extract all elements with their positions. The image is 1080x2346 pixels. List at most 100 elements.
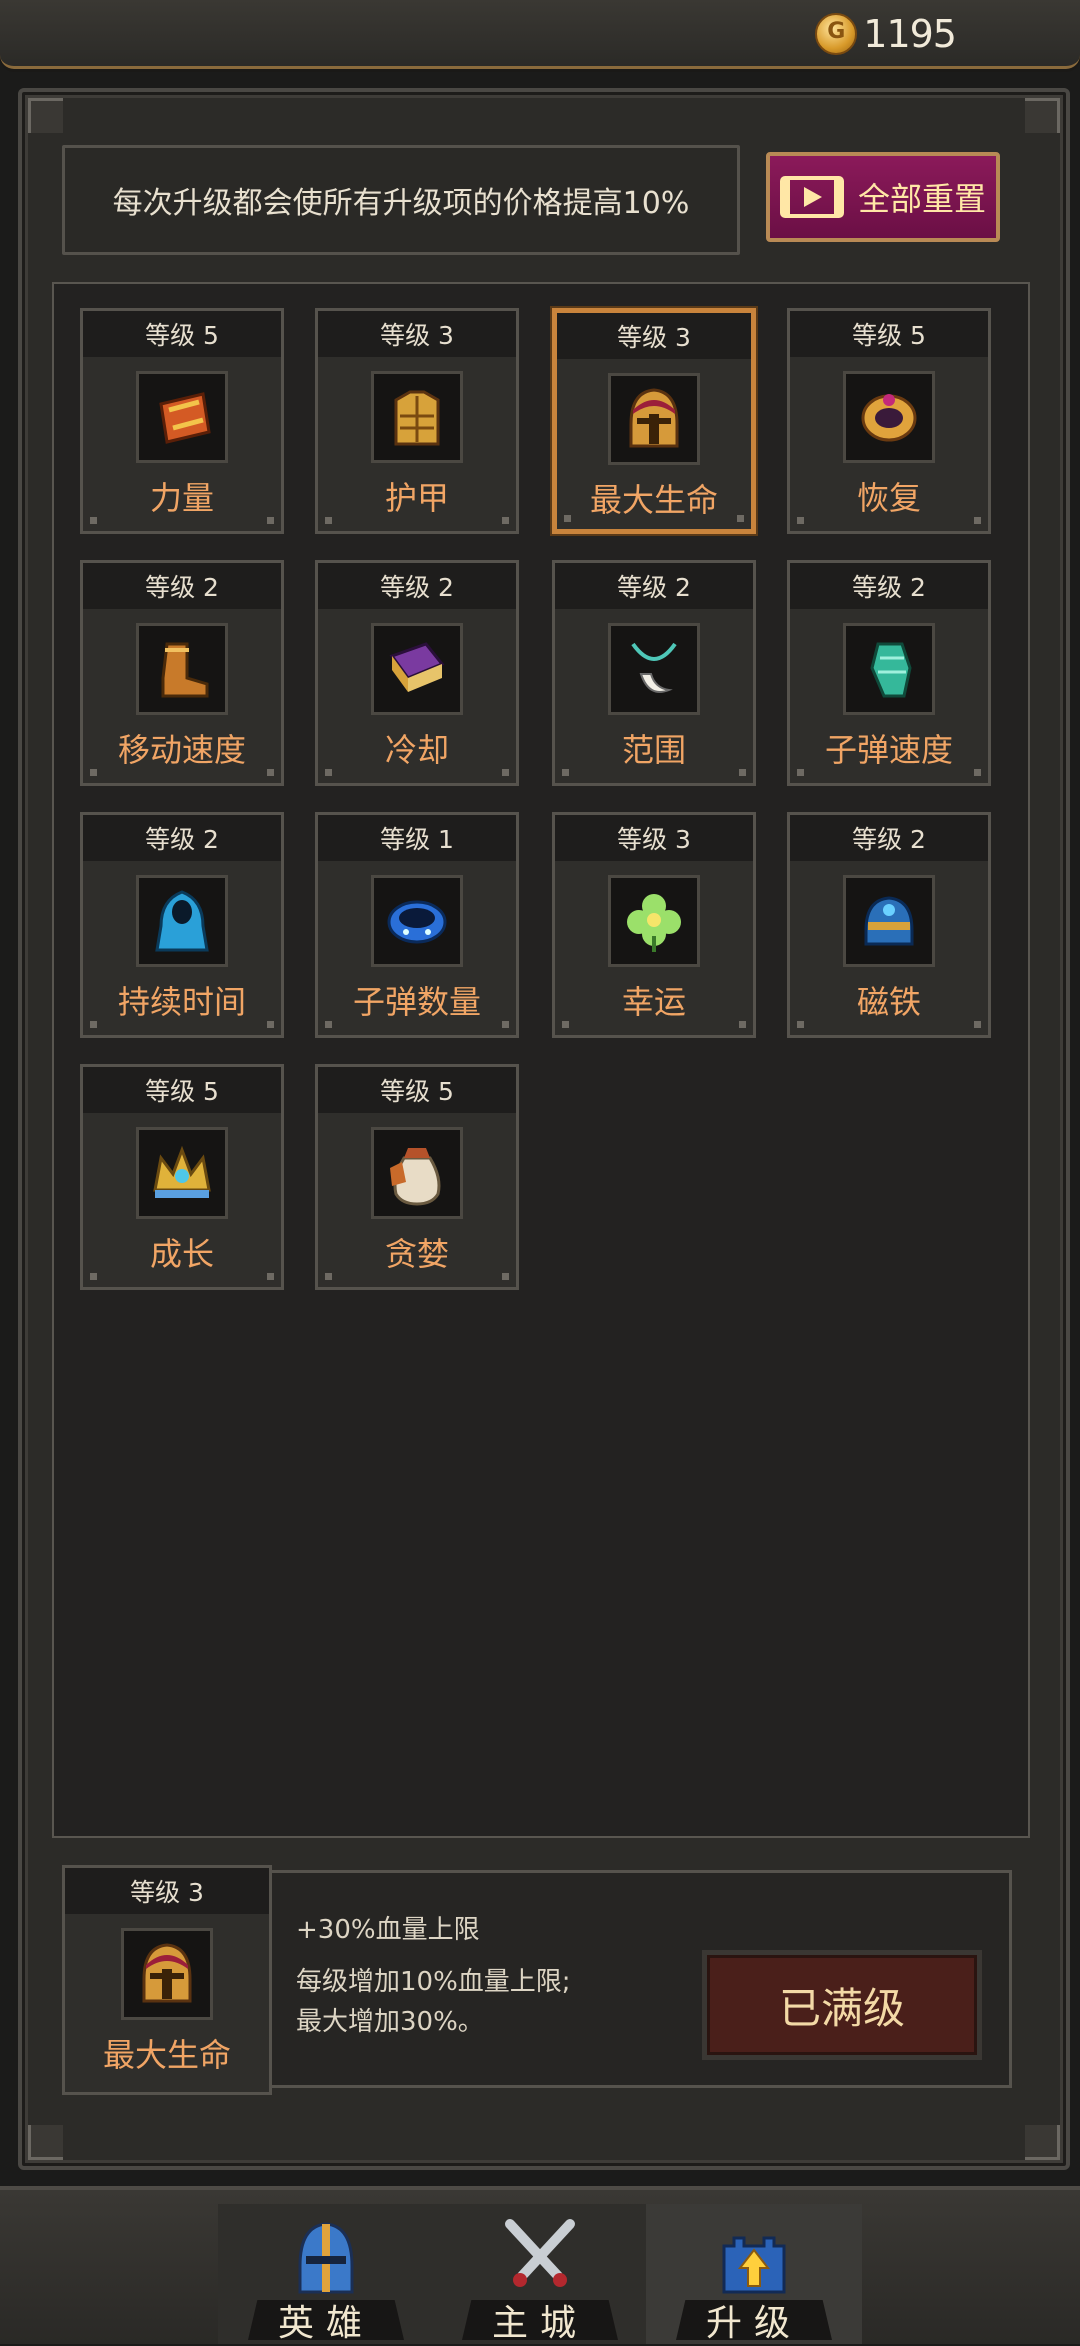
detail-upgrade-card: 等级 3 最大生命 [62, 1865, 272, 2095]
card-rivet [797, 517, 804, 524]
card-rivet [502, 1021, 509, 1028]
upgrade-card-4[interactable]: 等级 2 移动速度 [80, 560, 284, 786]
clover-icon [627, 894, 681, 952]
card-rivet [974, 517, 981, 524]
card-rivet [974, 1021, 981, 1028]
upgrade-icon-frame [136, 371, 228, 463]
card-rivet [562, 1021, 569, 1028]
card-rivet [325, 1273, 332, 1280]
detail-icon-frame [121, 1928, 213, 2020]
detail-desc-line1: 每级增加10%血量上限; [296, 1967, 571, 1997]
detail-description: +30%血量上限 每级增加10%血量上限; 最大增加30%。 [296, 1910, 571, 2042]
upgrade-icon-frame [136, 1127, 228, 1219]
detail-effect: +30%血量上限 [296, 1915, 480, 1945]
card-rivet [502, 1273, 509, 1280]
upgrade-icon-frame [136, 875, 228, 967]
tab-hero[interactable]: 英雄 [218, 2204, 434, 2344]
upgrade-card-0[interactable]: 等级 5 力量 [80, 308, 284, 534]
tab-main-city-label: 主城 [462, 2300, 618, 2340]
tab-main-city[interactable]: 主城 [432, 2204, 648, 2344]
frame-corner [1025, 98, 1060, 133]
upgrade-card-3[interactable]: 等级 5 恢复 [787, 308, 991, 534]
upgrade-card-2[interactable]: 等级 3 最大生命 [552, 308, 756, 534]
detail-level: 等级 3 [65, 1868, 269, 1914]
reset-all-button[interactable]: 全部重置 [766, 152, 1000, 242]
tab-upgrade[interactable]: 升级 [646, 2204, 862, 2344]
bracer-icon [159, 392, 211, 444]
gold-coin-icon [815, 13, 858, 55]
tab-upgrade-label: 升级 [676, 2300, 832, 2340]
armor-icon [394, 390, 440, 446]
cloak-icon [155, 890, 209, 952]
upgrade-card-12[interactable]: 等级 5 成长 [80, 1064, 284, 1290]
helmet-icon [142, 1943, 192, 2003]
upgrade-name: 子弹数量 [352, 983, 481, 1021]
card-rivet [90, 517, 97, 524]
upgrade-card-7[interactable]: 等级 2 子弹速度 [787, 560, 991, 786]
upgrade-icon-frame [371, 875, 463, 967]
upgrade-level: 等级 2 [790, 563, 988, 609]
upgrade-card-10[interactable]: 等级 3 幸运 [552, 812, 756, 1038]
upgrade-level: 等级 5 [790, 311, 988, 357]
upgrade-icon-frame [371, 371, 463, 463]
card-rivet [797, 769, 804, 776]
upgrade-icon-frame [608, 623, 700, 715]
currency-display: 1195 [815, 12, 957, 56]
card-rivet [90, 1273, 97, 1280]
upgrade-name: 最大生命 [589, 481, 718, 519]
card-rivet [502, 769, 509, 776]
video-icon [779, 176, 844, 218]
gauntlet-icon [870, 642, 912, 698]
crossed-swords-icon [505, 2219, 575, 2287]
card-rivet [325, 1021, 332, 1028]
upgrade-icon-frame [608, 875, 700, 967]
upgrade-name: 幸运 [621, 983, 686, 1021]
card-rivet [325, 769, 332, 776]
upgrade-level: 等级 2 [790, 815, 988, 861]
card-rivet [739, 1021, 746, 1028]
reset-all-label: 全部重置 [857, 180, 986, 218]
upgrade-name: 成长 [149, 1235, 214, 1273]
detail-name: 最大生命 [102, 2036, 231, 2074]
upgrade-name: 范围 [621, 731, 686, 769]
card-rivet [267, 1273, 274, 1280]
upgrade-card-11[interactable]: 等级 2 磁铁 [787, 812, 991, 1038]
upgrade-level: 等级 5 [83, 1067, 281, 1113]
card-rivet [502, 517, 509, 524]
upgrade-level: 等级 3 [555, 815, 753, 861]
card-rivet [564, 515, 571, 522]
card-rivet [737, 515, 744, 522]
upgrade-name: 持续时间 [117, 983, 246, 1021]
frame-corner [1025, 2125, 1060, 2160]
bottom-nav: 英雄 主城 升级 [0, 2186, 1080, 2344]
card-rivet [562, 769, 569, 776]
upgrade-level: 等级 3 [318, 311, 516, 357]
upgrade-name: 恢复 [856, 479, 921, 517]
upgrade-icon-frame [843, 623, 935, 715]
upgrade-level: 等级 5 [83, 311, 281, 357]
bracelet-icon [387, 900, 447, 944]
card-rivet [90, 769, 97, 776]
upgrade-card-5[interactable]: 等级 2 冷却 [315, 560, 519, 786]
amulet-icon [631, 642, 677, 693]
upgrade-card-13[interactable]: 等级 5 贪婪 [315, 1064, 519, 1290]
upgrade-card-6[interactable]: 等级 2 范围 [552, 560, 756, 786]
upgrade-icon-frame [371, 1127, 463, 1219]
upgrade-card-1[interactable]: 等级 3 护甲 [315, 308, 519, 534]
upgrade-icon-frame [843, 371, 935, 463]
money-bag-icon [390, 1148, 441, 1206]
spellbook-icon [389, 642, 445, 692]
ring-icon [861, 394, 917, 442]
upgrade-level: 等级 5 [318, 1067, 516, 1113]
card-rivet [739, 769, 746, 776]
upgrade-name: 移动速度 [117, 731, 246, 769]
upgrade-card-8[interactable]: 等级 2 持续时间 [80, 812, 284, 1038]
upgrade-card-9[interactable]: 等级 1 子弹数量 [315, 812, 519, 1038]
card-rivet [267, 769, 274, 776]
upgrade-level: 等级 2 [555, 563, 753, 609]
upgrade-icon-frame [371, 623, 463, 715]
maxed-level-button[interactable]: 已满级 [702, 1950, 982, 2060]
price-info-banner: 每次升级都会使所有升级项的价格提高10% [62, 145, 740, 255]
tab-hero-label: 英雄 [248, 2300, 404, 2340]
price-info-text: 每次升级都会使所有升级项的价格提高10% [112, 186, 690, 221]
